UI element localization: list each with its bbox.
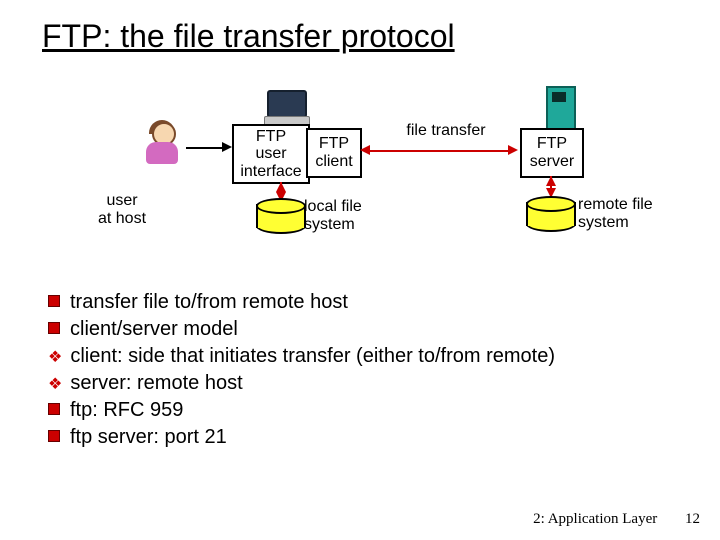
slide: FTP: the file transfer protocol FTP user… bbox=[0, 0, 720, 540]
ftp-server-label: FTP server bbox=[530, 135, 574, 170]
sub-bullet-item: client: side that initiates transfer (ei… bbox=[48, 344, 678, 369]
ftp-ui-label: FTP user interface bbox=[240, 128, 301, 181]
user-icon bbox=[140, 120, 184, 166]
arrow-user-to-ui bbox=[186, 147, 224, 149]
bullet-text: client/server model bbox=[70, 318, 238, 340]
slide-title: FTP: the file transfer protocol bbox=[42, 18, 455, 55]
local-fs-label: local file system bbox=[304, 198, 394, 234]
local-disk-icon bbox=[256, 198, 306, 234]
bullet-text: ftp server: port 21 bbox=[70, 426, 227, 448]
slide-footer: 2: Application Layer 12 bbox=[533, 511, 700, 528]
ftp-client-label: FTP client bbox=[315, 135, 352, 170]
sub-bullet-item: server: remote host bbox=[48, 371, 678, 396]
arrowhead-right-icon bbox=[222, 142, 232, 152]
sub-bullet-prefix: client: bbox=[70, 345, 122, 367]
server-icon bbox=[540, 86, 580, 130]
page-number: 12 bbox=[685, 511, 700, 528]
bullet-item: transfer file to/from remote host bbox=[48, 290, 678, 315]
bullet-item: ftp server: port 21 bbox=[48, 425, 678, 450]
bullet-text: transfer file to/from remote host bbox=[70, 291, 348, 313]
ftp-user-interface-box: FTP user interface bbox=[232, 124, 310, 184]
file-transfer-arrow bbox=[370, 150, 510, 152]
bullet-list: transfer file to/from remote host client… bbox=[48, 290, 678, 452]
remote-fs-label: remote file system bbox=[578, 196, 688, 232]
sub-bullet-text: side that initiates transfer (either to/… bbox=[123, 345, 555, 367]
user-at-host-label: user at host bbox=[82, 192, 162, 228]
computer-icon bbox=[265, 90, 309, 128]
footer-chapter: 2: Application Layer bbox=[533, 511, 657, 527]
file-transfer-label: file transfer bbox=[386, 122, 506, 140]
sub-bullet-prefix: server: bbox=[70, 372, 131, 394]
ftp-client-box: FTP client bbox=[306, 128, 362, 178]
remote-disk-icon bbox=[526, 196, 576, 232]
bullet-item: client/server model bbox=[48, 317, 678, 342]
sub-bullet-text: remote host bbox=[131, 372, 242, 394]
arrowhead-right-icon bbox=[508, 145, 518, 155]
ftp-diagram: FTP user interface FTP client file trans… bbox=[0, 90, 720, 270]
ftp-server-box: FTP server bbox=[520, 128, 584, 178]
bullet-text: ftp: RFC 959 bbox=[70, 399, 183, 421]
bullet-item: ftp: RFC 959 bbox=[48, 398, 678, 423]
arrowhead-left-icon bbox=[360, 145, 370, 155]
